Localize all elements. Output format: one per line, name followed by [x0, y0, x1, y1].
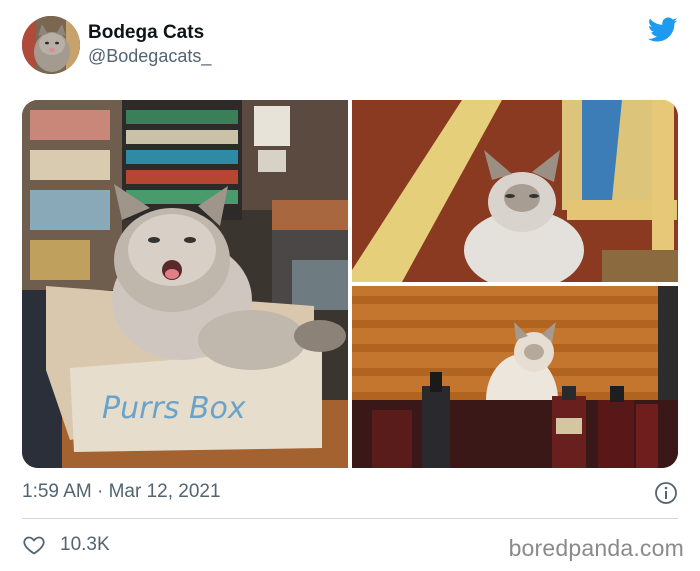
cat-avatar-image — [22, 16, 80, 74]
photo-cat-with-bottles[interactable] — [352, 286, 678, 468]
twitter-bird-icon[interactable] — [648, 16, 678, 44]
like-count: 10.3K — [60, 534, 110, 555]
watermark: boredpanda.com — [508, 535, 684, 561]
tweet-card: Bodega Cats @Bodegacats_ Purrs Box 1:59 … — [0, 0, 700, 571]
divider — [22, 518, 678, 519]
box-handwriting: Purrs Box — [102, 391, 246, 426]
avatar[interactable] — [22, 16, 80, 74]
like-button[interactable]: 10.3K — [22, 532, 110, 558]
photo-cat-in-box[interactable]: Purrs Box — [22, 100, 348, 468]
user-handle[interactable]: @Bodegacats_ — [88, 46, 211, 67]
tweet-timestamp[interactable]: 1:59 AM · Mar 12, 2021 — [22, 481, 221, 503]
photo-cat-on-chair[interactable] — [352, 100, 678, 290]
heart-icon — [23, 536, 45, 555]
info-icon[interactable] — [654, 481, 678, 505]
display-name[interactable]: Bodega Cats — [88, 22, 204, 44]
media-grid[interactable]: Purrs Box — [22, 100, 678, 468]
